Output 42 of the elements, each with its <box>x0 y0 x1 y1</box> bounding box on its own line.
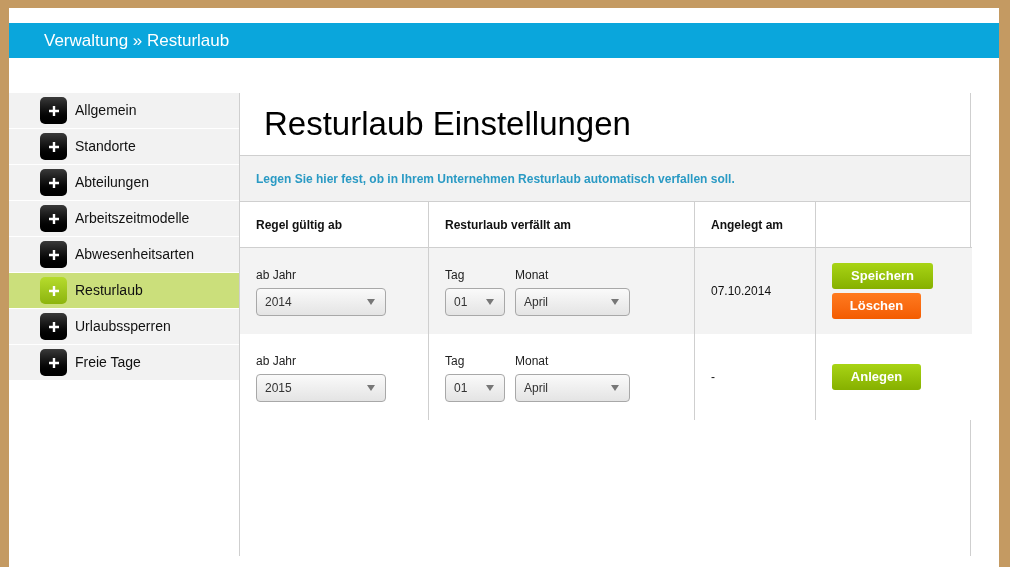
field-label: Monat <box>515 353 550 370</box>
dropdown-caret-icon <box>611 385 619 391</box>
column-header: Regel gültig ab <box>256 216 342 234</box>
field-label: Tag <box>445 353 466 370</box>
plus-icon <box>40 313 67 340</box>
day-select[interactable]: 01 <box>445 374 505 402</box>
year-select[interactable]: 2014 <box>256 288 386 316</box>
dropdown-caret-icon <box>486 385 494 391</box>
sidebar-item[interactable]: Abwesenheitsarten <box>9 237 239 273</box>
field-label: Monat <box>515 267 550 284</box>
sidebar-item[interactable]: Resturlaub <box>9 273 239 309</box>
plus-icon <box>40 97 67 124</box>
sidebar-item[interactable]: Freie Tage <box>9 345 239 381</box>
sidebar-item[interactable]: Arbeitszeitmodelle <box>9 201 239 237</box>
field-label: ab Jahr <box>256 267 298 284</box>
plus-icon <box>40 277 67 304</box>
plus-icon <box>40 241 67 268</box>
breadcrumb: Verwaltung » Resturlaub <box>44 29 230 52</box>
description: Legen Sie hier fest, ob in Ihrem Unternehmen Resturlaub automatisch verfallen soll. <box>256 170 735 188</box>
dropdown-caret-icon <box>367 385 375 391</box>
plus-icon <box>40 349 67 376</box>
plus-icon <box>40 169 67 196</box>
month-select[interactable]: April <box>515 288 630 316</box>
sidebar-item[interactable]: Urlaubssperren <box>9 309 239 345</box>
year-select[interactable]: 2015 <box>256 374 386 402</box>
plus-icon <box>40 133 67 160</box>
sidebar-item[interactable]: Allgemein <box>9 93 239 129</box>
month-select[interactable]: April <box>515 374 630 402</box>
page-title: Resturlaub Einstellungen <box>264 104 631 145</box>
column-header: Resturlaub verfällt am <box>445 216 572 234</box>
field-label: Tag <box>445 267 466 284</box>
created-date: - <box>711 369 715 386</box>
field-label: ab Jahr <box>256 353 298 370</box>
dropdown-caret-icon <box>367 299 375 305</box>
plus-icon <box>40 205 67 232</box>
created-date: 07.10.2014 <box>711 283 772 300</box>
sidebar-item[interactable]: Abteilungen <box>9 165 239 201</box>
sidebar-item[interactable]: Standorte <box>9 129 239 165</box>
day-select[interactable]: 01 <box>445 288 505 316</box>
dropdown-caret-icon <box>486 299 494 305</box>
dropdown-caret-icon <box>611 299 619 305</box>
column-header: Angelegt am <box>711 216 783 234</box>
